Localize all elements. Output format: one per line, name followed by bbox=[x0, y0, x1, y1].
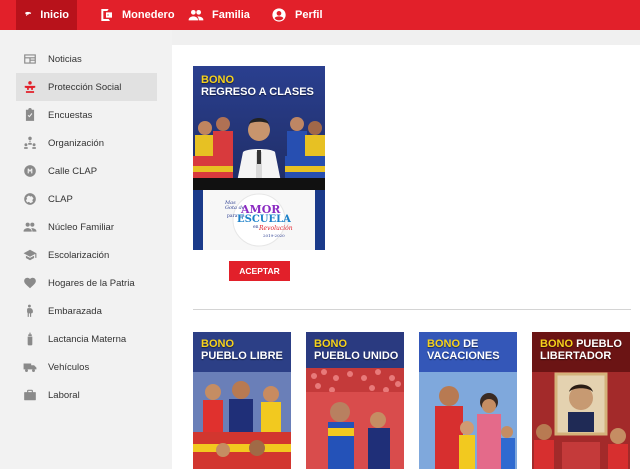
nav-inicio-label: Inicio bbox=[40, 9, 69, 21]
family-nucleus-icon bbox=[22, 219, 38, 235]
sidebar-item-encuestas[interactable]: Encuestas bbox=[16, 101, 157, 129]
wallet-icon bbox=[101, 9, 112, 21]
sidebar-item-lactancia-materna[interactable]: Lactancia Materna bbox=[16, 325, 157, 353]
sidebar-item-label: Escolarización bbox=[48, 249, 110, 261]
card-title-text: PUEBLO bbox=[576, 338, 622, 350]
logo-text: en bbox=[253, 225, 259, 230]
sidebar-item-label: Vehículos bbox=[48, 361, 90, 373]
card-bono: BONO bbox=[201, 338, 234, 350]
sidebar-item-embarazada[interactable]: Embarazada bbox=[16, 297, 157, 325]
news-icon bbox=[22, 51, 38, 67]
featured-banner-title-text: REGRESO A CLASES bbox=[201, 86, 314, 98]
social-protection-icon bbox=[22, 79, 38, 95]
clap-icon bbox=[22, 191, 38, 207]
logo-text: 2019-2020 bbox=[263, 233, 285, 238]
nav-monedero[interactable]: Monedero bbox=[88, 0, 185, 30]
sidebar-item-label: Núcleo Familiar bbox=[48, 221, 114, 233]
accept-button[interactable]: ACEPTAR bbox=[229, 261, 290, 281]
bono-card-pueblo-unido[interactable]: BONO PUEBLO UNIDO bbox=[306, 332, 404, 469]
sidebar-item-label: Organización bbox=[48, 137, 104, 149]
sidebar-item-label: Protección Social bbox=[48, 81, 122, 93]
nav-perfil[interactable]: Perfil bbox=[261, 0, 333, 30]
bono-card-pueblo-libre[interactable]: BONO PUEBLO LIBRE bbox=[193, 332, 291, 469]
sidebar-item-escolarizacion[interactable]: Escolarización bbox=[16, 241, 157, 269]
featured-bono-banner[interactable]: BONO REGRESO A CLASES Mas Gota de AMOR p… bbox=[193, 66, 325, 250]
sidebar-item-calle-clap[interactable]: Calle CLAP bbox=[16, 157, 157, 185]
sidebar-item-nucleo-familiar[interactable]: Núcleo Familiar bbox=[16, 213, 157, 241]
logo-text: Revolución bbox=[259, 225, 293, 232]
nav-monedero-label: Monedero bbox=[122, 9, 175, 21]
family-icon bbox=[188, 10, 204, 21]
card-title: BONO PUEBLO LIBERTADOR bbox=[532, 338, 630, 362]
top-nav-bar: Inicio Monedero Familia Perfil bbox=[0, 0, 640, 30]
card-title: BONO PUEBLO LIBRE bbox=[193, 338, 291, 362]
survey-icon bbox=[22, 107, 38, 123]
card-bono: BONO bbox=[427, 338, 460, 350]
card-bono: BONO bbox=[540, 338, 573, 350]
nav-inicio[interactable]: Inicio bbox=[16, 0, 77, 30]
card-title-text: LIBERTADOR bbox=[540, 350, 612, 362]
sidebar-item-label: Embarazada bbox=[48, 305, 102, 317]
vehicle-icon bbox=[22, 359, 38, 375]
bono-card-pueblo-libertador[interactable]: BONO PUEBLO LIBERTADOR bbox=[532, 332, 630, 469]
briefcase-icon bbox=[22, 387, 38, 403]
card-bono: BONO bbox=[314, 338, 347, 350]
card-title-text: PUEBLO LIBRE bbox=[201, 350, 283, 362]
sidebar-item-vehiculos[interactable]: Vehículos bbox=[16, 353, 157, 381]
nav-perfil-label: Perfil bbox=[295, 9, 323, 21]
sidebar-item-label: Encuestas bbox=[48, 109, 93, 121]
sidebar-item-proteccion-social[interactable]: Protección Social bbox=[16, 73, 157, 101]
bono-card-vacaciones[interactable]: BONO DE VACACIONES bbox=[419, 332, 517, 469]
sidebar-item-label: Noticias bbox=[48, 53, 82, 65]
inicio-icon bbox=[25, 11, 32, 17]
school-icon bbox=[22, 247, 38, 263]
sidebar-item-clap[interactable]: CLAP bbox=[16, 185, 157, 213]
pregnant-icon bbox=[22, 303, 38, 319]
home-icon bbox=[22, 275, 38, 291]
sidebar-item-noticias[interactable]: Noticias bbox=[16, 45, 157, 73]
logo-text: ESCUELA bbox=[237, 214, 291, 225]
featured-banner-bono: BONO bbox=[201, 74, 234, 86]
organization-icon bbox=[22, 135, 38, 151]
sidebar-item-laboral[interactable]: Laboral bbox=[16, 381, 157, 409]
profile-icon bbox=[272, 8, 286, 22]
sidebar-item-organizacion[interactable]: Organización bbox=[16, 129, 157, 157]
sidebar-item-hogares-de-la-patria[interactable]: Hogares de la Patria bbox=[16, 269, 157, 297]
nav-familia-label: Familia bbox=[212, 9, 250, 21]
nav-familia[interactable]: Familia bbox=[178, 0, 260, 30]
calle-clap-icon bbox=[22, 163, 38, 179]
card-title-line1: BONO PUEBLO bbox=[540, 338, 630, 350]
sidebar-item-label: CLAP bbox=[48, 193, 73, 205]
sidebar-item-label: Laboral bbox=[48, 389, 80, 401]
card-title: BONO DE VACACIONES bbox=[419, 338, 517, 362]
card-title-text: VACACIONES bbox=[427, 350, 500, 362]
amor-escuela-logo: Mas Gota de AMOR para mi ESCUELA en Revo… bbox=[223, 200, 299, 246]
sidebar: Noticias Protección Social Encuestas Org… bbox=[0, 30, 172, 469]
section-divider bbox=[193, 309, 631, 310]
card-title-text: DE bbox=[463, 338, 479, 350]
sidebar-item-label: Calle CLAP bbox=[48, 165, 98, 177]
sidebar-item-label: Hogares de la Patria bbox=[48, 277, 135, 289]
card-title: BONO PUEBLO UNIDO bbox=[306, 338, 404, 362]
featured-banner-title: BONO REGRESO A CLASES bbox=[193, 74, 325, 98]
card-title-text: PUEBLO UNIDO bbox=[314, 350, 399, 362]
main-content: BONO REGRESO A CLASES Mas Gota de AMOR p… bbox=[172, 45, 640, 469]
baby-bottle-icon bbox=[22, 331, 38, 347]
sidebar-item-label: Lactancia Materna bbox=[48, 333, 127, 345]
card-title-line1: BONO DE bbox=[427, 338, 517, 350]
